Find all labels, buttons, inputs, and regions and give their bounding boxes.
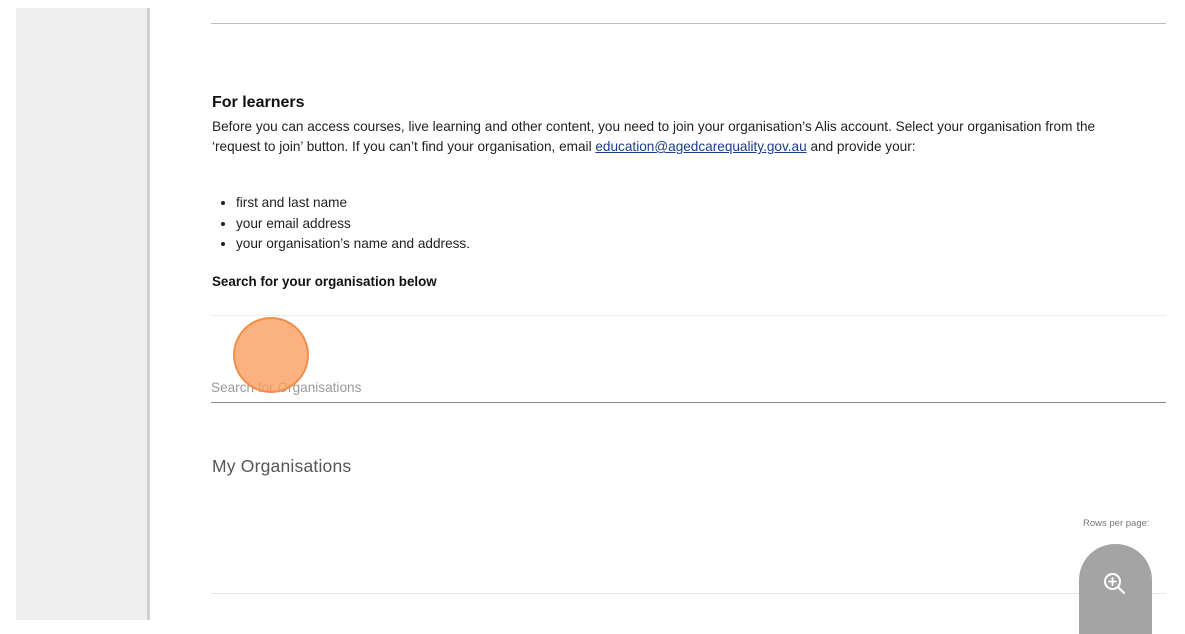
top-band <box>150 0 1185 8</box>
rows-per-page-label: Rows per page: <box>1083 518 1150 529</box>
organisation-search-input[interactable] <box>211 376 1151 398</box>
click-indicator <box>233 317 309 393</box>
search-heading: Search for your organisation below <box>212 274 437 289</box>
search-input-underline <box>211 402 1166 403</box>
zoom-in-icon <box>1104 573 1126 595</box>
table-bottom-divider <box>211 593 1166 594</box>
section-divider-top <box>211 23 1166 24</box>
learners-intro: Before you can access courses, live lear… <box>212 117 1166 157</box>
content-card: For learners Before you can access cours… <box>150 8 1166 620</box>
intro-line-2-start: ‘request to join’ button. If you can’t f… <box>212 139 596 154</box>
required-details-list: first and last name your email address y… <box>212 193 470 255</box>
list-item: your email address <box>236 214 470 235</box>
intro-line-2: ‘request to join’ button. If you can’t f… <box>212 137 1166 157</box>
left-gutter <box>16 8 147 620</box>
intro-line-2-end: and provide your: <box>806 139 916 154</box>
list-item: your organisation’s name and address. <box>236 234 470 255</box>
email-link[interactable]: education@agedcarequality.gov.au <box>595 139 806 154</box>
intro-line-1: Before you can access courses, live lear… <box>212 119 1096 134</box>
search-area-divider <box>211 315 1166 316</box>
screen: For learners Before you can access cours… <box>0 0 1185 634</box>
for-learners-heading: For learners <box>212 94 305 111</box>
list-item: first and last name <box>236 193 470 214</box>
zoom-button[interactable] <box>1079 544 1152 634</box>
my-organisations-title: My Organisations <box>212 456 352 476</box>
